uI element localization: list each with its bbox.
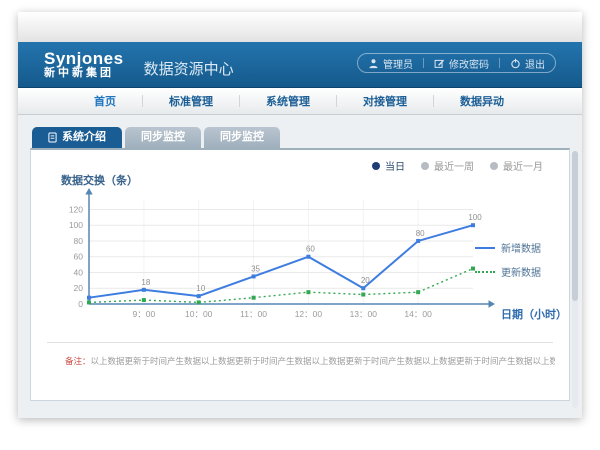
brand-logo-text: Synjones — [44, 50, 124, 68]
footnote-text: 以上数据更新于时间产生数据以上数据更新于时间产生数据以上数据更新于时间产生数据以… — [91, 356, 555, 366]
radio-label: 最近一月 — [503, 158, 543, 173]
nav-item-integration-mgmt[interactable]: 对接管理 — [337, 93, 433, 109]
svg-text:80: 80 — [416, 229, 425, 238]
legend-swatch-dotted-line — [475, 271, 495, 273]
change-password-link[interactable]: 修改密码 — [434, 56, 489, 71]
brand-logo-subtext: 新中新集团 — [44, 68, 124, 80]
svg-text:60: 60 — [306, 245, 315, 254]
tab-label: 系统介绍 — [62, 127, 106, 148]
legend-item-updated-data[interactable]: 更新数据 — [475, 264, 541, 279]
tab-sync-monitor-1[interactable]: 同步监控 — [125, 127, 201, 148]
time-range-filter: 当日 最近一周 最近一月 — [372, 158, 543, 173]
tab-label: 同步监控 — [220, 127, 264, 148]
current-user[interactable]: 管理员 — [368, 56, 413, 71]
nav-item-home[interactable]: 首页 — [68, 93, 142, 109]
svg-text:9：00: 9：00 — [133, 309, 156, 319]
svg-text:0: 0 — [78, 299, 83, 309]
svg-text:40: 40 — [74, 267, 84, 277]
radio-label: 当日 — [385, 158, 405, 173]
legend-label: 更新数据 — [501, 264, 541, 279]
userbar-separator — [499, 58, 500, 68]
document-icon — [48, 132, 57, 143]
footnote: 备注：以上数据更新于时间产生数据以上数据更新于时间产生数据以上数据更新于时间产生… — [65, 355, 555, 367]
footnote-prefix: 备注： — [65, 356, 91, 366]
radio-dot — [421, 162, 429, 170]
tab-label: 同步监控 — [141, 127, 185, 148]
svg-text:10: 10 — [196, 284, 205, 293]
legend-item-new-data[interactable]: 新增数据 — [475, 240, 541, 255]
tab-bar: 系统介绍 同步监控 同步监控 — [18, 115, 582, 148]
content-area: 系统介绍 同步监控 同步监控 当日 最近一周 — [18, 115, 582, 418]
legend-swatch-solid-line — [475, 247, 495, 249]
logout-link[interactable]: 退出 — [510, 56, 545, 71]
radio-dot — [372, 162, 380, 170]
tab-system-intro[interactable]: 系统介绍 — [32, 127, 122, 148]
app-title: 数据资源中心 — [144, 58, 234, 79]
radio-label: 最近一周 — [434, 158, 474, 173]
nav-item-data-change[interactable]: 数据异动 — [434, 93, 530, 109]
scrollbar-thumb[interactable] — [572, 151, 578, 301]
nav-item-system-mgmt[interactable]: 系统管理 — [240, 93, 336, 109]
svg-text:80: 80 — [74, 236, 84, 246]
power-icon — [510, 58, 521, 69]
radio-last-month[interactable]: 最近一月 — [490, 158, 543, 173]
svg-text:12：00: 12：00 — [295, 309, 323, 319]
tab-sync-monitor-2[interactable]: 同步监控 — [204, 127, 280, 148]
scrollbar[interactable] — [572, 151, 578, 408]
radio-last-week[interactable]: 最近一周 — [421, 158, 474, 173]
user-toolbar: 管理员 修改密码 退出 — [357, 53, 556, 73]
page-top-glow — [18, 12, 582, 42]
logout-label: 退出 — [525, 56, 545, 71]
user-icon — [368, 58, 379, 69]
userbar-separator — [423, 58, 424, 68]
panel-divider — [47, 342, 553, 343]
svg-text:18: 18 — [141, 278, 150, 287]
svg-text:10：00: 10：00 — [185, 309, 213, 319]
chart-legend: 新增数据 更新数据 — [475, 240, 541, 288]
svg-text:120: 120 — [69, 204, 83, 214]
edit-icon — [434, 58, 445, 69]
svg-text:13：00: 13：00 — [350, 309, 378, 319]
main-nav: 首页 标准管理 系统管理 对接管理 数据异动 — [18, 88, 582, 115]
svg-text:11：00: 11：00 — [240, 309, 267, 319]
svg-text:35: 35 — [251, 264, 260, 273]
current-user-label: 管理员 — [383, 56, 413, 71]
svg-text:100: 100 — [69, 220, 83, 230]
brand-logo: Synjones 新中新集团 — [44, 50, 124, 79]
change-password-label: 修改密码 — [449, 56, 489, 71]
svg-text:20: 20 — [74, 283, 84, 293]
radio-dot — [490, 162, 498, 170]
svg-text:60: 60 — [74, 252, 84, 262]
svg-text:20: 20 — [361, 276, 370, 285]
nav-item-standard-mgmt[interactable]: 标准管理 — [143, 93, 239, 109]
svg-text:日期（小时）: 日期（小时） — [501, 307, 567, 321]
page-container: Synjones 新中新集团 数据资源中心 管理员 修改密码 退出 首页 标准管… — [18, 12, 582, 418]
radio-today[interactable]: 当日 — [372, 158, 405, 173]
app-header: Synjones 新中新集团 数据资源中心 管理员 修改密码 退出 — [18, 42, 582, 88]
svg-text:100: 100 — [468, 213, 482, 222]
legend-label: 新增数据 — [501, 240, 541, 255]
svg-text:14：00: 14：00 — [404, 309, 432, 319]
chart-panel: 当日 最近一周 最近一月 数据交换（条） 0204060801001209：00… — [30, 148, 570, 401]
